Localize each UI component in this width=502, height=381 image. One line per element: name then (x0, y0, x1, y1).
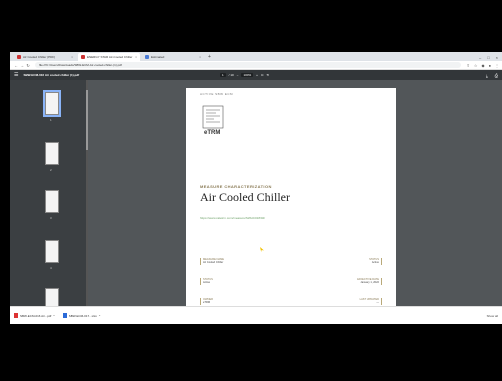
page-number-input[interactable]: 1 (220, 73, 226, 77)
download-item[interactable]: SBW-ECM-016 Air...pdf ^ (14, 313, 55, 318)
close-icon[interactable]: × (71, 55, 73, 59)
thumbnail-page-3[interactable] (45, 190, 59, 213)
tab-bar: Air Cooled Chiller (PDF) × ENERGY STAR A… (10, 52, 502, 61)
pdf-viewer: ACTIVE SBW ECM eTRM MEASURE CHARACTERIZA… (88, 80, 502, 306)
tab-label: ENERGY STAR Air-Cooled Chiller (87, 55, 133, 59)
thumbnail-number: 2 (50, 168, 52, 172)
print-icon[interactable]: ⎙ (495, 73, 498, 78)
tab-2[interactable]: Estimated × (142, 53, 204, 61)
close-icon[interactable]: × (199, 55, 201, 59)
thumbnail-number: 3 (50, 216, 52, 220)
maximize-icon[interactable]: □ (487, 55, 489, 60)
zoom-out-icon[interactable]: − (237, 73, 239, 77)
browser-window: Air Cooled Chiller (PDF) × ENERGY STAR A… (10, 52, 502, 324)
new-tab-button[interactable]: + (208, 53, 211, 61)
zoom-level[interactable]: 100% (241, 73, 254, 77)
measure-link[interactable]: https://www.caletrm.com/measure/SWHC018/… (200, 216, 265, 220)
downloads-bar: SBW-ECM-016 Air...pdf ^ SBW-ECM-017...xl… (10, 306, 502, 324)
extensions-icon[interactable]: ◆ (482, 63, 485, 68)
meta-status-2: STATUS Active (200, 278, 213, 285)
menu-icon[interactable]: ⋮ (495, 63, 499, 68)
profile-icon[interactable]: ● (489, 63, 491, 68)
meta-last-updated: LAST UPDATED — (360, 298, 382, 305)
download-item[interactable]: SBW-ECM-017...xlsx ^ (62, 313, 100, 318)
pdf-toolbar: ☰ SBW-ECM-016 Air cooled chiller (1).pdf… (10, 70, 502, 80)
thumbnail-sidebar: 1 2 3 4 (10, 80, 88, 306)
fit-page-icon[interactable]: ⊡ (261, 73, 264, 77)
sidebar-menu-icon[interactable]: ☰ (14, 72, 18, 78)
pdf-icon (81, 55, 85, 59)
thumbnail-page-5[interactable] (45, 288, 59, 306)
pdf-filename: SBW-ECM-016 Air cooled chiller (1).pdf (23, 73, 80, 77)
document-title: Air Cooled Chiller (200, 190, 290, 204)
thumbnail-page-1[interactable] (43, 90, 61, 117)
pdf-page: ACTIVE SBW ECM eTRM MEASURE CHARACTERIZA… (186, 88, 396, 306)
meta-measure-name: MEASURE NAME Air Cooled Chiller (200, 258, 224, 265)
show-all-button[interactable]: Show all (487, 314, 498, 318)
section-label: MEASURE CHARACTERIZATION (200, 184, 272, 189)
pdf-icon (17, 55, 21, 59)
thumbnail-number: 1 (50, 118, 52, 122)
meta-owner: OWNER eTRM (200, 298, 213, 305)
chevron-up-icon[interactable]: ^ (99, 314, 100, 318)
minimize-icon[interactable]: – (479, 55, 481, 60)
zoom-in-icon[interactable]: + (256, 73, 258, 77)
window-controls: – □ × (479, 53, 502, 61)
share-icon[interactable]: ⇪ (467, 63, 470, 68)
tab-label: Estimated (151, 55, 165, 59)
tab-1[interactable]: ENERGY STAR Air-Cooled Chiller × (78, 53, 140, 61)
spreadsheet-file-icon (62, 313, 67, 318)
page-eyebrow: ACTIVE SBW ECM (200, 92, 234, 96)
thumbnail-page-2[interactable] (45, 142, 59, 165)
tab-label: Air Cooled Chiller (PDF) (23, 55, 56, 59)
reload-icon[interactable]: ↻ (25, 63, 31, 68)
chevron-up-icon[interactable]: ^ (53, 314, 54, 318)
thumbnail-number: 4 (50, 266, 52, 270)
pdf-file-icon (14, 313, 18, 318)
close-icon[interactable]: × (135, 55, 137, 59)
rotate-icon[interactable]: ⟲ (266, 73, 269, 77)
etrm-logo: eTRM (202, 105, 224, 136)
download-name: SBW-ECM-016 Air...pdf (20, 313, 52, 318)
download-name: SBW-ECM-017...xlsx (68, 313, 97, 318)
close-window-icon[interactable]: × (496, 55, 498, 60)
web-icon (145, 55, 149, 59)
thumbnail-page-4[interactable] (45, 240, 59, 263)
meta-effective-date: EFFECTIVE DATE January 1, 2022 (357, 278, 382, 285)
tab-0[interactable]: Air Cooled Chiller (PDF) × (14, 53, 76, 61)
download-icon[interactable]: ⤓ (486, 73, 488, 78)
star-icon[interactable]: ☆ (474, 63, 478, 68)
page-total: / 10 (228, 73, 234, 77)
address-bar: ← → ↻ file:///C:/Users/Downloads/SBW-ECM… (10, 61, 502, 70)
svg-text:eTRM: eTRM (204, 130, 220, 136)
url-field[interactable]: file:///C:/Users/Downloads/SBW-ECM-Air-c… (35, 62, 461, 68)
meta-status: STATUS Active (369, 258, 382, 265)
